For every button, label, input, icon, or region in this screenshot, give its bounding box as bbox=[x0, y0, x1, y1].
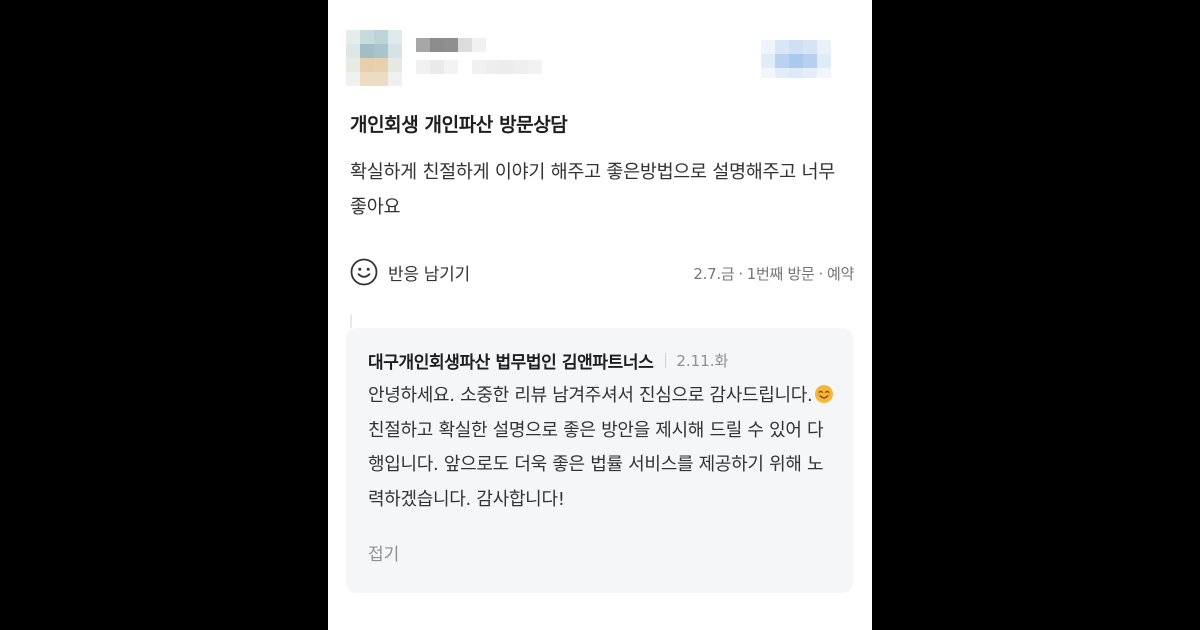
visit-count: 1번째 방문 bbox=[746, 265, 815, 283]
react-button[interactable]: 반응 남기기 bbox=[348, 256, 470, 288]
reply-business-name: 대구개인회생파산 법무법인 김앤파트너스 bbox=[368, 353, 654, 373]
visit-type: 예약 bbox=[826, 265, 854, 283]
review-body: 확실하게 친절하게 이야기 해주고 좋은방법으로 설명해주고 너무 좋아요 bbox=[350, 162, 835, 218]
reviewer-avatar-blurred[interactable] bbox=[346, 30, 402, 86]
reply-text-part1: 안녕하세요. 소중한 리뷰 남겨주셔서 진심으로 감사드립니다. bbox=[368, 385, 813, 406]
reply-text-part2: 친절하고 확실한 설명으로 좋은 방안을 제시해 드릴 수 있어 다행입니다. … bbox=[368, 419, 824, 510]
reply-divider bbox=[665, 353, 667, 368]
react-label: 반응 남기기 bbox=[388, 264, 470, 285]
review-title: 개인회생 개인파산 방문상담 bbox=[350, 114, 568, 136]
visit-meta: 2.7.금 · 1번째 방문 · 예약 bbox=[693, 263, 854, 284]
smile-outline-icon bbox=[350, 258, 378, 286]
smiling-face-emoji-icon bbox=[815, 385, 834, 403]
visit-date: 2.7.금 bbox=[693, 265, 735, 283]
owner-reply: 대구개인회생파산 법무법인 김앤파트너스 2.11.화 안녕하세요. 소중한 리… bbox=[346, 314, 853, 593]
review-card: 개인회생 개인파산 방문상담 확실하게 친절하게 이야기 해주고 좋은방법으로 … bbox=[328, 0, 872, 630]
reply-header: 대구개인회생파산 법무법인 김앤파트너스 2.11.화 bbox=[368, 348, 728, 373]
fold-button[interactable]: 접기 bbox=[368, 540, 399, 565]
reply-date: 2.11.화 bbox=[676, 352, 729, 370]
meta-separator: · bbox=[818, 265, 824, 283]
meta-separator: · bbox=[738, 265, 743, 283]
reply-text: 안녕하세요. 소중한 리뷰 남겨주셔서 진심으로 감사드립니다. 친절하고 확실… bbox=[368, 379, 838, 517]
follow-button-blurred[interactable] bbox=[761, 40, 833, 78]
